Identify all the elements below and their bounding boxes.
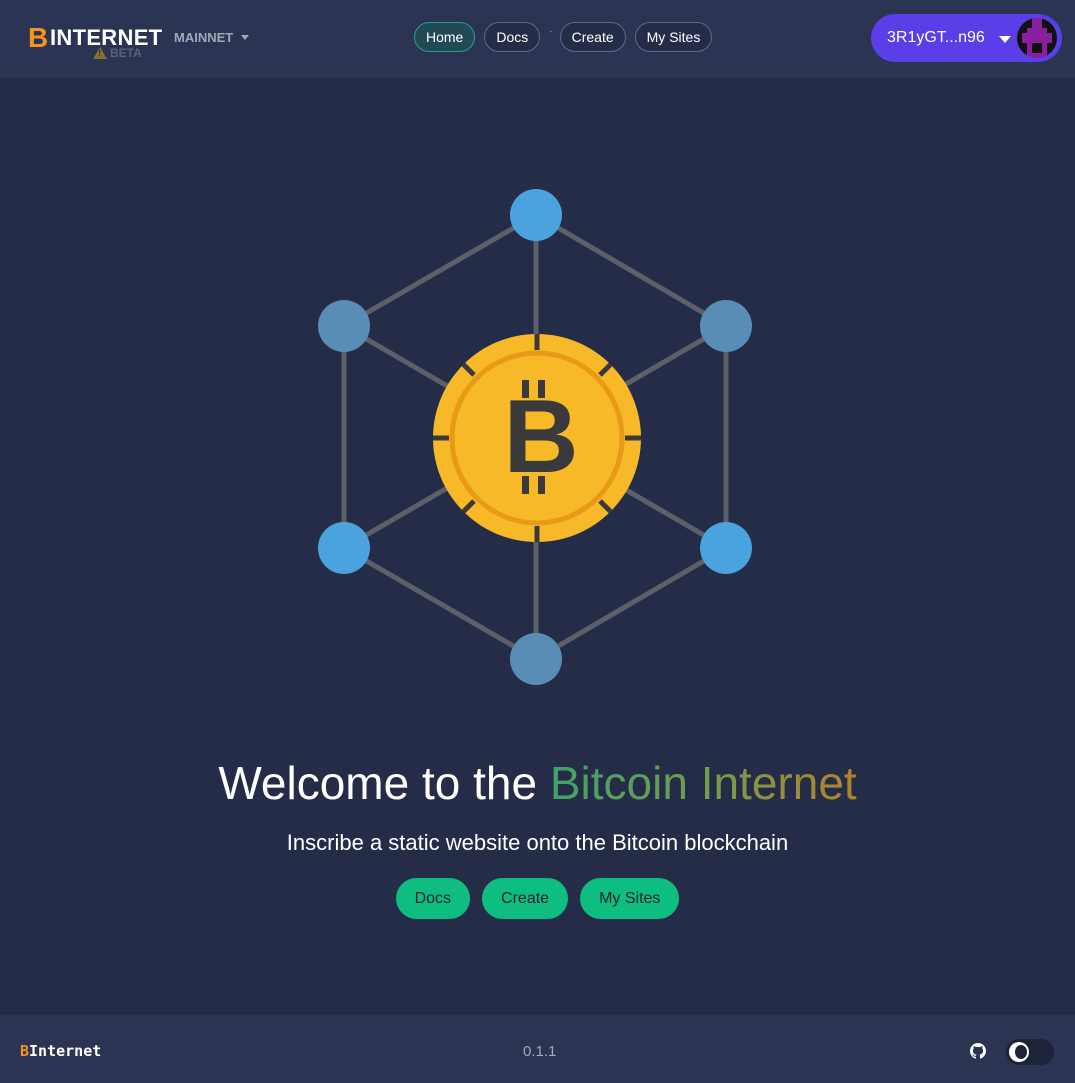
logo-bitcoin-mark: B xyxy=(28,22,49,53)
nav-create[interactable]: Create xyxy=(559,22,626,52)
hero-actions: Docs Create My Sites xyxy=(0,878,1075,919)
bitcoin-network-illustration: B xyxy=(318,189,752,685)
beta-badge: BETA xyxy=(93,46,142,60)
warning-icon xyxy=(93,47,107,59)
hero-subtitle: Inscribe a static website onto the Bitco… xyxy=(286,830,789,855)
my-sites-button[interactable]: My Sites xyxy=(580,878,680,919)
moon-icon xyxy=(1009,1042,1029,1062)
chevron-down-icon xyxy=(999,36,1011,43)
footer-brand[interactable]: BInternet xyxy=(20,1042,101,1060)
nav-docs[interactable]: Docs xyxy=(484,22,541,52)
network-label: MAINNET xyxy=(174,30,234,45)
docs-button[interactable]: Docs xyxy=(395,878,471,919)
hero-title-highlight: Bitcoin Internet xyxy=(549,757,857,809)
theme-toggle[interactable] xyxy=(1006,1039,1054,1065)
hero-title: Welcome to the Bitcoin Internet xyxy=(0,756,1075,810)
version-label: 0.1.1 xyxy=(523,1043,557,1060)
beta-label: BETA xyxy=(110,46,142,60)
main-nav: Home Docs · Create My Sites xyxy=(414,22,713,52)
nav-separator: · xyxy=(549,25,553,37)
top-navbar: B INTERNET BETA MAINNET Home Docs · Crea… xyxy=(0,0,1075,79)
chevron-down-icon xyxy=(241,35,250,40)
wallet-address: 3R1yGT...n96 xyxy=(887,29,985,46)
create-button[interactable]: Create xyxy=(482,878,569,919)
wallet-button[interactable]: 3R1yGT...n96 xyxy=(871,14,1062,62)
network-selector[interactable]: MAINNET xyxy=(174,30,250,45)
nav-my-sites[interactable]: My Sites xyxy=(634,22,713,52)
bitcoin-coin: B xyxy=(433,334,641,542)
github-icon[interactable] xyxy=(970,1043,986,1059)
hero-title-prefix: Welcome to the xyxy=(218,757,550,809)
avatar-identicon xyxy=(1017,18,1057,58)
footer: BInternet 0.1.1 xyxy=(0,1015,1075,1083)
footer-brand-letter: B xyxy=(20,1042,30,1060)
nav-home[interactable]: Home xyxy=(414,22,476,52)
footer-brand-text: Internet xyxy=(29,1042,102,1060)
